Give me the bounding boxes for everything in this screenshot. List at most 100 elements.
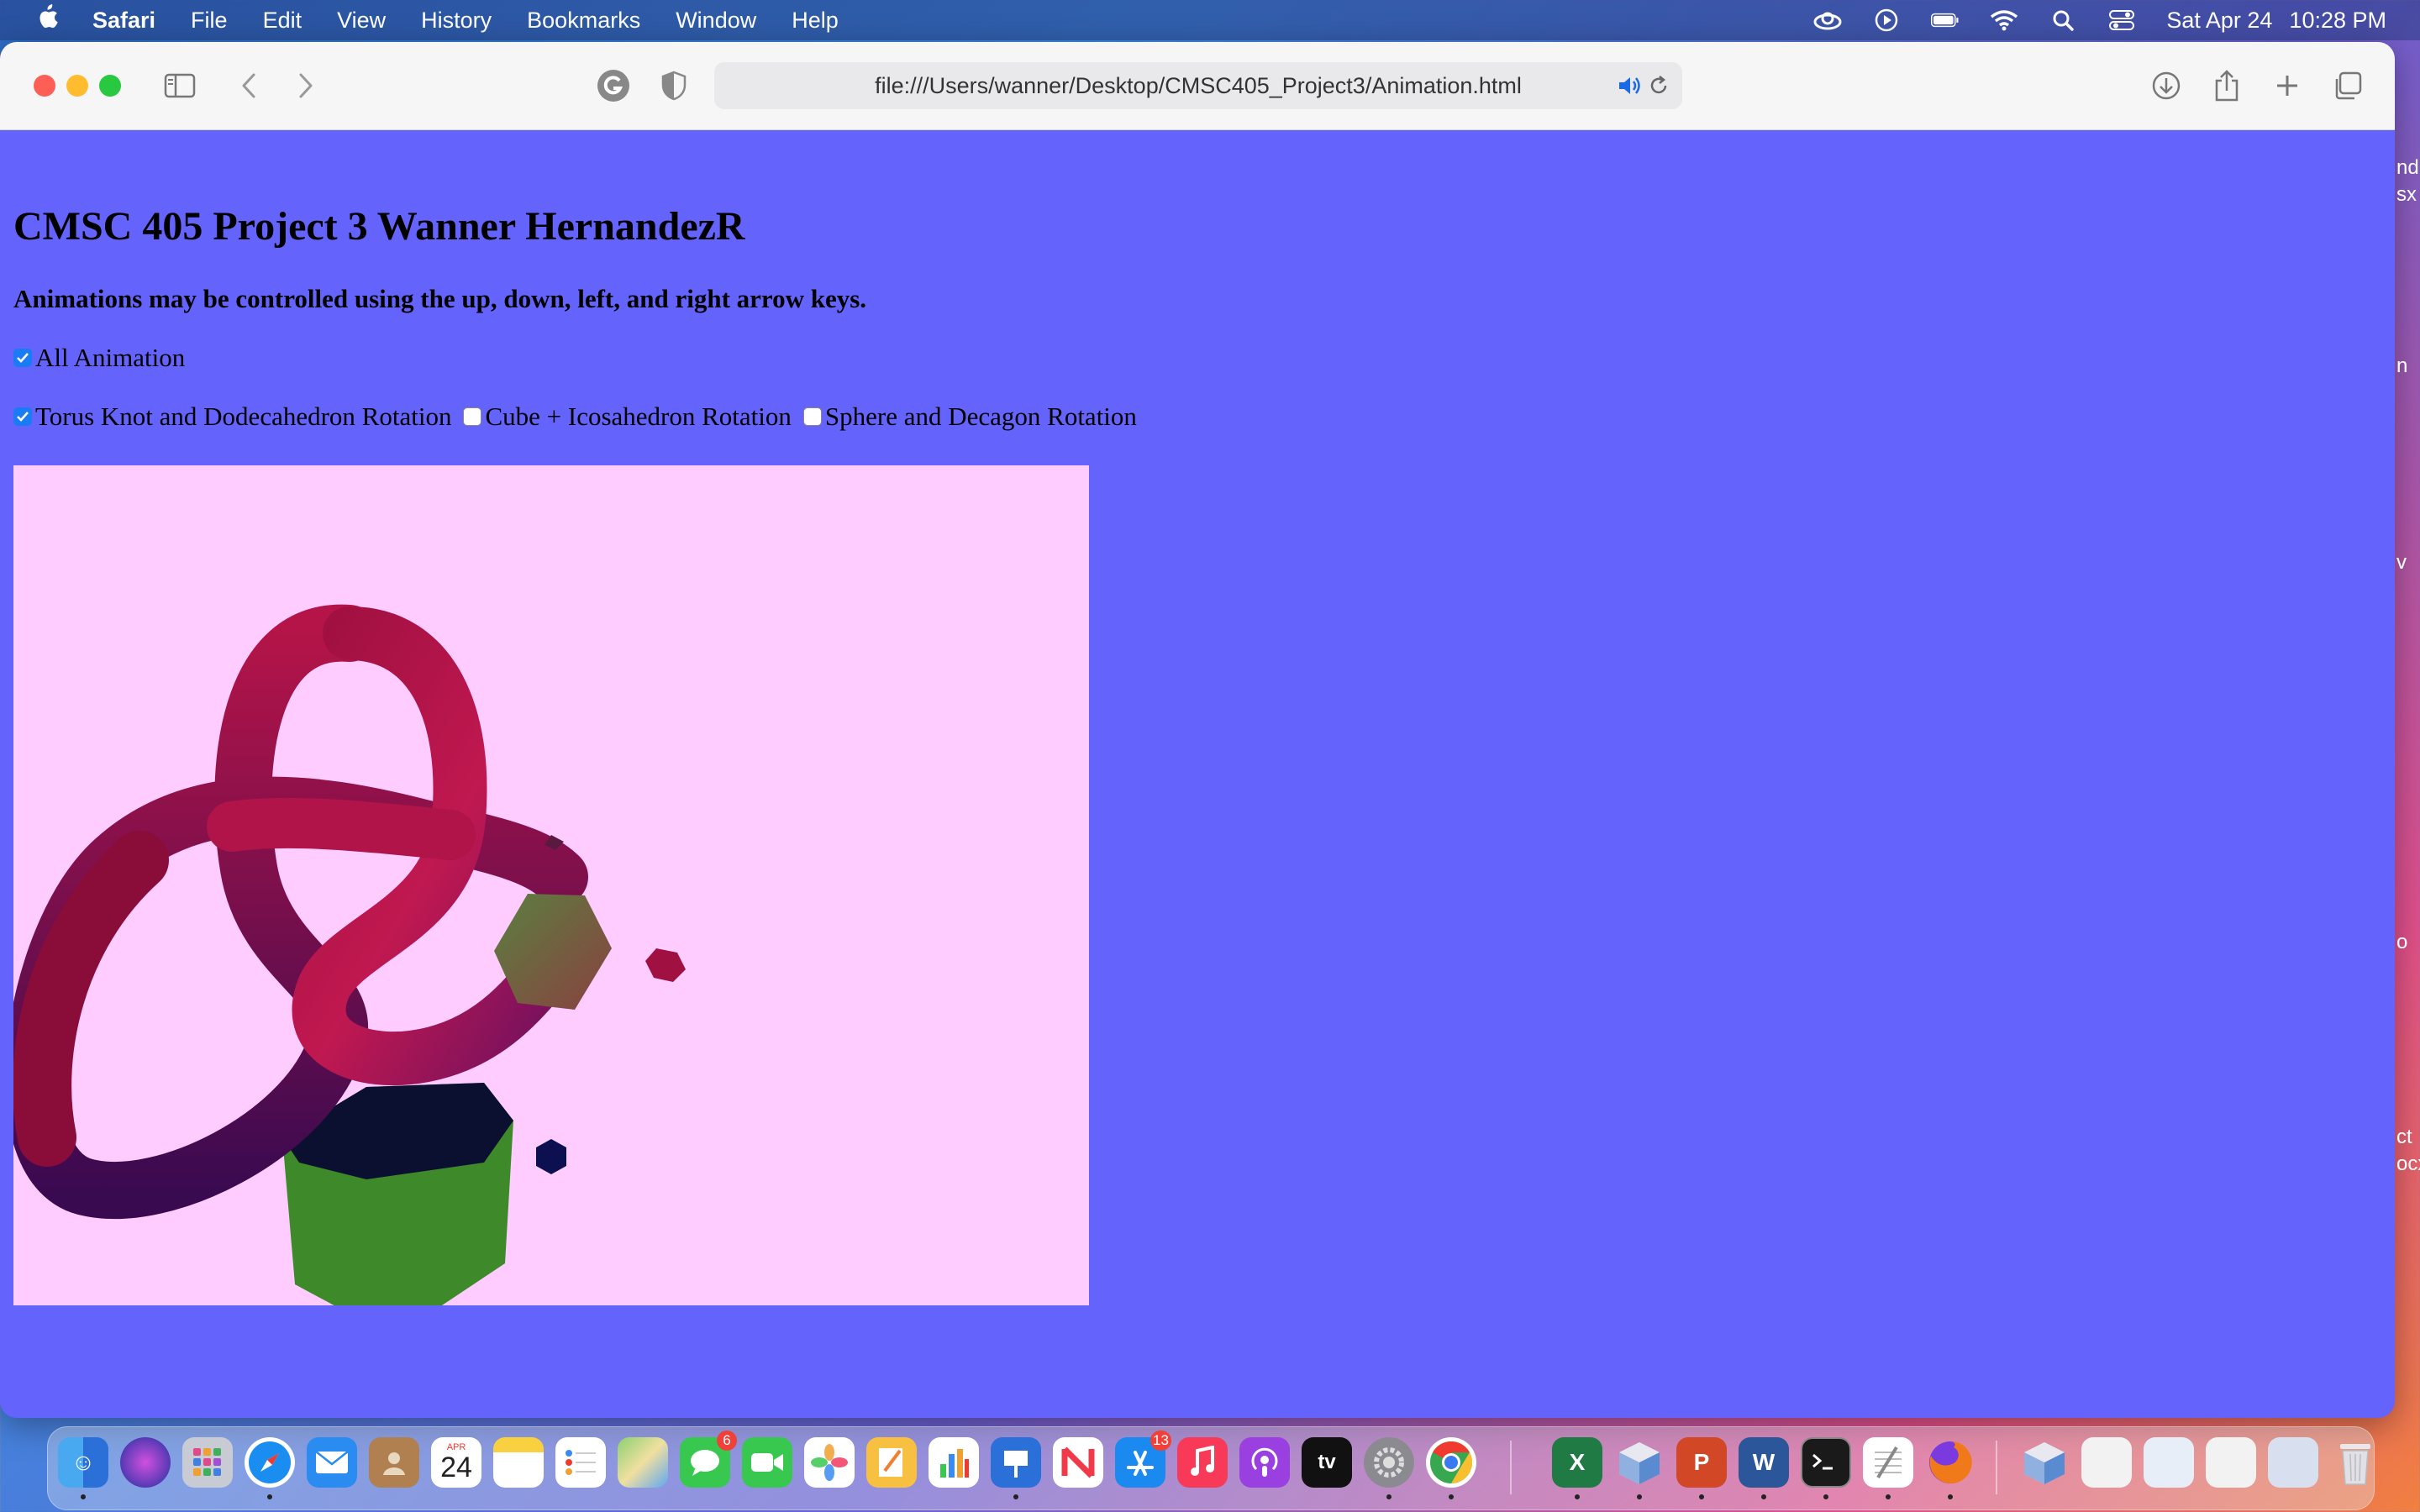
reload-icon[interactable]	[1647, 74, 1670, 103]
app-store-badge: 13	[1150, 1431, 1171, 1451]
menu-help[interactable]: Help	[792, 8, 839, 34]
downloads-icon[interactable]	[2148, 67, 2185, 104]
cube-icosahedron-label[interactable]: Cube + Icosahedron Rotation	[485, 402, 791, 432]
virtualbox-vm-icon[interactable]	[2019, 1437, 2070, 1488]
pages-icon[interactable]	[866, 1437, 917, 1488]
safari-compass-icon[interactable]	[245, 1437, 295, 1488]
sphere-decagon-checkbox[interactable]	[802, 407, 822, 426]
powerpoint-icon[interactable]: P	[1676, 1437, 1727, 1488]
excel-icon[interactable]: X	[1552, 1437, 1602, 1488]
address-bar-url[interactable]: file:///Users/wanner/Desktop/CMSC405_Pro…	[875, 73, 1522, 99]
menubar-date[interactable]: Sat Apr 24	[2166, 8, 2272, 34]
sidebar-toggle-icon[interactable]	[161, 67, 198, 104]
now-playing-icon[interactable]	[1872, 8, 1901, 32]
battery-icon[interactable]	[1931, 10, 1960, 30]
creative-cloud-icon[interactable]	[1813, 10, 1842, 30]
menu-bar: Safari File Edit View History Bookmarks …	[0, 0, 2420, 40]
menu-window[interactable]: Window	[676, 8, 756, 34]
launchpad-icon[interactable]	[182, 1437, 233, 1488]
desktop-file-label[interactable]: v	[2396, 551, 2407, 575]
mail-icon[interactable]	[307, 1437, 357, 1488]
window-close-button[interactable]	[34, 75, 55, 97]
desktop-file-label[interactable]: ocx	[2396, 1152, 2420, 1176]
word-icon[interactable]: W	[1739, 1437, 1789, 1488]
desktop-file-label[interactable]: ct	[2396, 1126, 2412, 1149]
menu-history[interactable]: History	[421, 8, 492, 34]
small-blue-hexagon-shape	[536, 1139, 566, 1174]
powerpoint-letter: P	[1693, 1449, 1710, 1475]
share-icon[interactable]	[2208, 67, 2245, 104]
window-zoom-button[interactable]	[99, 75, 121, 97]
back-chevron-icon[interactable]	[230, 67, 267, 104]
torus-knot-checkbox[interactable]	[13, 407, 32, 426]
address-bar[interactable]: file:///Users/wanner/Desktop/CMSC405_Pro…	[714, 62, 1682, 109]
small-red-icosahedron-shape	[645, 948, 686, 982]
privacy-shield-icon[interactable]	[655, 67, 692, 104]
screenshots-stack-icon[interactable]	[2268, 1437, 2318, 1488]
wifi-icon[interactable]	[1990, 10, 2018, 31]
3d-scene	[5, 604, 686, 1314]
forward-chevron-icon[interactable]	[287, 67, 324, 104]
music-icon[interactable]	[1177, 1437, 1228, 1488]
dock: ☺ APR 24 6 13 tv X P W	[47, 1426, 2375, 1510]
calendar-day: 24	[440, 1452, 472, 1483]
desktop-file-label[interactable]: nd	[2396, 156, 2419, 180]
menubar-time[interactable]: 10:28 PM	[2289, 8, 2386, 34]
menu-app-safari[interactable]: Safari	[92, 8, 155, 34]
terminal-icon[interactable]	[1801, 1437, 1851, 1488]
safari-window: file:///Users/wanner/Desktop/CMSC405_Pro…	[0, 42, 2395, 1418]
page-title: CMSC 405 Project 3 Wanner HernandezR	[13, 204, 745, 249]
desktop-file-label[interactable]: n	[2396, 354, 2407, 378]
apple-tv-label: tv	[1318, 1451, 1336, 1473]
new-tab-plus-icon[interactable]	[2269, 67, 2306, 104]
finder-icon[interactable]: ☺	[58, 1437, 108, 1488]
numbers-icon[interactable]	[929, 1437, 979, 1488]
window-minimize-button[interactable]	[66, 75, 88, 97]
virtualbox-cube-icon[interactable]	[1614, 1437, 1665, 1488]
podcasts-icon[interactable]	[1239, 1437, 1290, 1488]
all-animation-label[interactable]: All Animation	[35, 343, 185, 373]
tab-overview-icon[interactable]	[2329, 67, 2366, 104]
sphere-decagon-label[interactable]: Sphere and Decagon Rotation	[825, 402, 1137, 432]
excel-letter: X	[1569, 1449, 1586, 1475]
desktop-file-label[interactable]: o	[2396, 931, 2407, 954]
firefox-icon[interactable]	[1925, 1437, 1975, 1488]
webgl-canvas[interactable]	[5, 465, 1089, 1314]
trash-icon[interactable]	[2330, 1437, 2381, 1488]
siri-icon[interactable]	[120, 1437, 171, 1488]
audio-playing-icon[interactable]	[1617, 74, 1642, 103]
all-animation-checkbox[interactable]	[13, 349, 32, 367]
facetime-icon[interactable]	[742, 1437, 792, 1488]
torus-knot-label[interactable]: Torus Knot and Dodecahedron Rotation	[35, 402, 451, 432]
menu-file[interactable]: File	[191, 8, 228, 34]
chrome-icon[interactable]	[1426, 1437, 1476, 1488]
document-preview-icon[interactable]	[2206, 1437, 2256, 1488]
textedit-icon[interactable]	[1863, 1437, 1913, 1488]
keynote-icon[interactable]	[991, 1437, 1041, 1488]
all-animation-row: All Animation	[13, 343, 197, 373]
instructions-text: Animations may be controlled using the u…	[13, 284, 867, 313]
apple-menu-icon[interactable]	[35, 3, 59, 37]
control-center-icon[interactable]	[2107, 10, 2136, 30]
document-preview-icon[interactable]	[2081, 1437, 2132, 1488]
menu-edit[interactable]: Edit	[263, 8, 302, 34]
reminders-icon[interactable]	[555, 1437, 606, 1488]
apple-tv-icon[interactable]: tv	[1302, 1437, 1352, 1488]
notes-icon[interactable]	[493, 1437, 544, 1488]
menu-bookmarks[interactable]: Bookmarks	[527, 8, 640, 34]
calendar-icon[interactable]: APR 24	[431, 1437, 481, 1488]
cube-icosahedron-checkbox[interactable]	[463, 407, 482, 426]
system-preferences-gear-icon[interactable]	[1364, 1437, 1414, 1488]
menu-view[interactable]: View	[337, 8, 386, 34]
contacts-icon[interactable]	[369, 1437, 419, 1488]
grammarly-extension-icon[interactable]	[595, 67, 632, 104]
spotlight-search-icon[interactable]	[2049, 10, 2077, 31]
messages-badge: 6	[717, 1431, 737, 1451]
document-preview-icon[interactable]	[2144, 1437, 2194, 1488]
web-page: CMSC 405 Project 3 Wanner HernandezR Ani…	[0, 129, 2395, 1418]
news-icon[interactable]	[1053, 1437, 1103, 1488]
maps-icon[interactable]	[618, 1437, 668, 1488]
photos-icon[interactable]	[804, 1437, 855, 1488]
desktop-file-label[interactable]: sx	[2396, 183, 2417, 207]
animation-options-row: Torus Knot and Dodecahedron Rotation Cub…	[13, 402, 1149, 432]
